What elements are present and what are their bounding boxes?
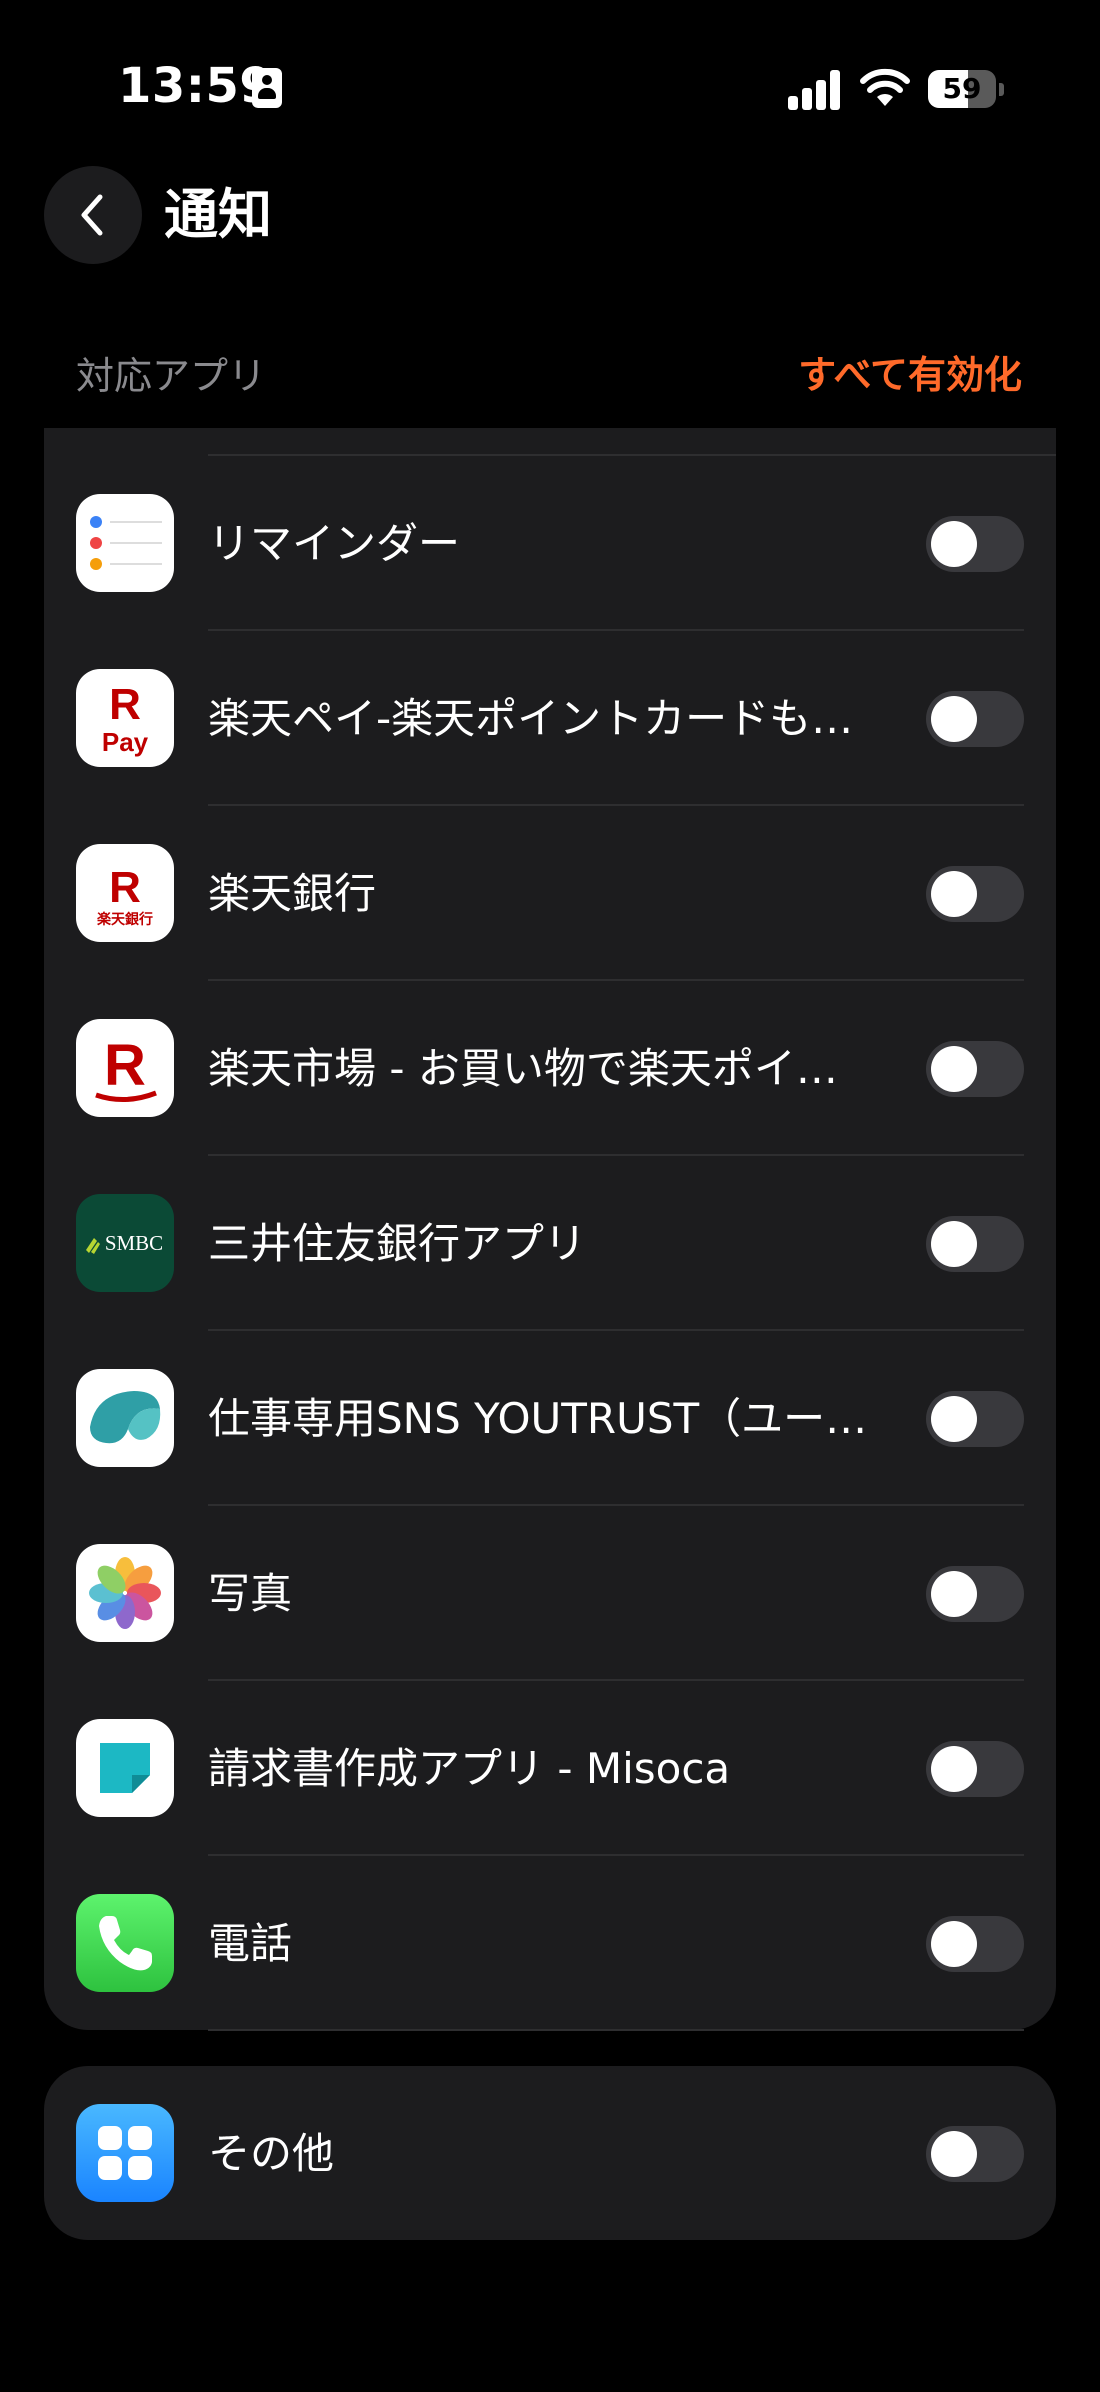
list-item[interactable]: R 楽天市場 - お買い物で楽天ポイ… xyxy=(44,981,1056,1156)
photos-icon xyxy=(76,1544,174,1642)
divider xyxy=(208,2029,1024,2031)
phone-icon xyxy=(76,1894,174,1992)
list-item[interactable]: 電話 xyxy=(44,1856,1056,2031)
svg-text:Pay: Pay xyxy=(102,727,149,757)
svg-text:R: R xyxy=(104,1033,146,1098)
list-item[interactable]: 請求書作成アプリ - Misoca xyxy=(44,1681,1056,1856)
app-name: 電話 xyxy=(208,1919,293,1968)
list-item[interactable]: リマインダー xyxy=(44,456,1056,631)
cellular-signal-icon xyxy=(788,70,842,110)
app-name: 楽天銀行 xyxy=(208,869,377,918)
rakuten-pay-icon: R Pay xyxy=(76,669,174,767)
notification-toggle[interactable] xyxy=(926,691,1024,747)
status-bar: 13:59 59 xyxy=(0,0,1100,180)
app-name: 楽天市場 - お買い物で楽天ポイ… xyxy=(208,1044,838,1093)
list-item[interactable]: R 楽天銀行 楽天銀行 xyxy=(44,806,1056,981)
rakuten-bank-icon: R 楽天銀行 xyxy=(76,844,174,942)
misoca-icon xyxy=(76,1719,174,1817)
app-name: 楽天ペイ-楽天ポイントカードも… xyxy=(208,694,854,743)
wifi-icon xyxy=(860,68,910,106)
notification-toggle[interactable] xyxy=(926,1741,1024,1797)
app-name: 仕事専用SNS YOUTRUST（ユー… xyxy=(208,1394,868,1443)
youtrust-icon xyxy=(76,1369,174,1467)
list-item[interactable]: SMBC 三井住友銀行アプリ xyxy=(44,1156,1056,1331)
notification-toggle[interactable] xyxy=(926,1566,1024,1622)
reminders-icon xyxy=(76,494,174,592)
notification-toggle[interactable] xyxy=(926,516,1024,572)
app-name: 請求書作成アプリ - Misoca xyxy=(208,1744,731,1793)
other-card: その他 xyxy=(44,2066,1056,2240)
status-time: 13:59 xyxy=(118,58,274,114)
notification-toggle[interactable] xyxy=(926,1041,1024,1097)
svg-text:R: R xyxy=(109,680,141,729)
enable-all-button[interactable]: すべて有効化 xyxy=(798,350,1022,400)
list-item[interactable]: 仕事専用SNS YOUTRUST（ユー… xyxy=(44,1331,1056,1506)
svg-text:SMBC: SMBC xyxy=(105,1231,163,1255)
rakuten-ichiba-icon: R xyxy=(76,1019,174,1117)
page-title: 通知 xyxy=(164,183,272,246)
app-name: リマインダー xyxy=(208,519,461,568)
battery-level: 59 xyxy=(942,72,982,105)
chevron-left-icon xyxy=(81,194,103,236)
svg-text:楽天銀行: 楽天銀行 xyxy=(96,911,153,928)
app-name: 写真 xyxy=(208,1569,293,1618)
app-name: その他 xyxy=(208,2129,335,2178)
notification-toggle[interactable] xyxy=(926,1216,1024,1272)
notification-toggle[interactable] xyxy=(926,2126,1024,2182)
list-item[interactable]: その他 xyxy=(44,2066,1056,2240)
notification-toggle[interactable] xyxy=(926,866,1024,922)
notification-toggle[interactable] xyxy=(926,1391,1024,1447)
app-list-card: リマインダー R Pay 楽天ペイ-楽天ポイントカードも… R 楽天銀行 楽天銀… xyxy=(44,428,1056,2031)
list-item[interactable]: R Pay 楽天ペイ-楽天ポイントカードも… xyxy=(44,631,1056,806)
grid-apps-icon xyxy=(76,2104,174,2202)
app-name: 三井住友銀行アプリ xyxy=(208,1219,587,1268)
back-button[interactable] xyxy=(44,166,142,264)
smbc-icon: SMBC xyxy=(76,1194,174,1292)
svg-text:R: R xyxy=(109,863,141,912)
list-item[interactable]: 写真 xyxy=(44,1506,1056,1681)
notification-toggle[interactable] xyxy=(926,1916,1024,1972)
section-label: 対応アプリ xyxy=(76,354,267,398)
battery-icon: 59 xyxy=(928,70,1004,108)
contact-card-icon xyxy=(252,68,282,108)
